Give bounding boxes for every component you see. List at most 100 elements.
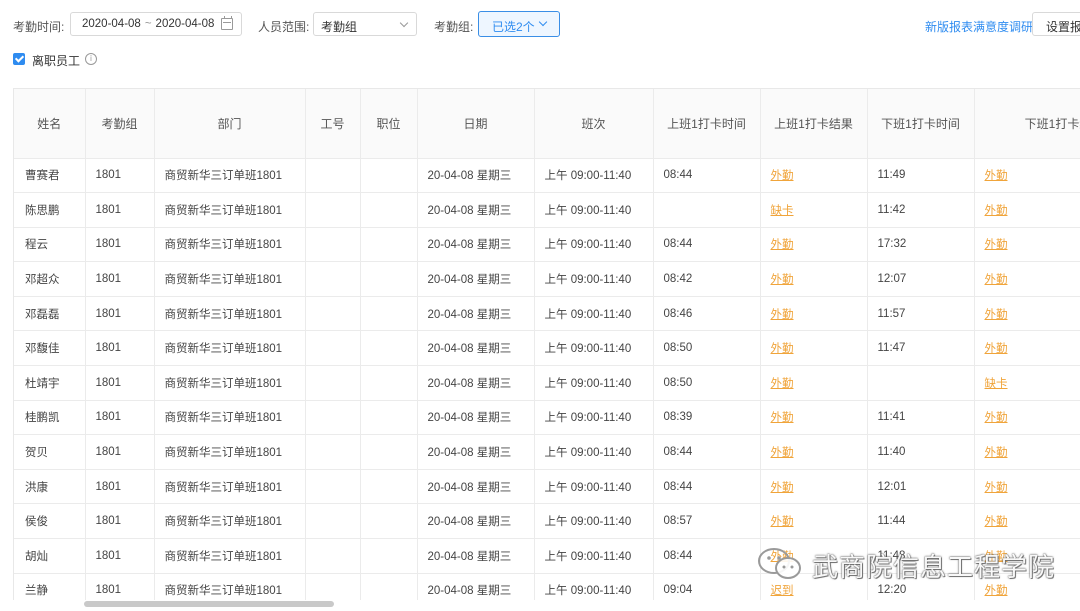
clock-out-time-cell: 17:32 (867, 227, 975, 263)
table-row[interactable]: 杜靖宇 1801 商贸新华三订单班1801 20-04-08 星期三 上午 09:00-… (14, 365, 1080, 401)
shift-cell: 上午 09:00-11:40 (534, 538, 654, 574)
clock-in-result-link[interactable]: 迟到 (771, 585, 794, 597)
table-row[interactable]: 程云 1801 商贸新华三订单班1801 20-04-08 星期三 上午 09:00-1… (14, 227, 1080, 263)
filter-bar: 考勤时间: 2020-04-08 ~2020-04-08 人员范围: 考勤组 考勤… (0, 11, 1080, 38)
clock-out-result-cell: 外勤 (974, 192, 1080, 228)
attendance-group-cell: 1801 (85, 158, 155, 194)
date-cell: 20-04-08 星期三 (417, 434, 535, 470)
clock-in-result-link[interactable]: 外勤 (771, 516, 794, 528)
group-select-button[interactable]: 已选2个 (478, 11, 560, 37)
clock-in-time-cell: 09:04 (653, 573, 761, 600)
resigned-label: 离职员工 (32, 54, 81, 68)
position-cell (360, 296, 418, 332)
position-cell (360, 330, 418, 367)
clock-out-result-link[interactable]: 外勤 (985, 343, 1008, 355)
clock-out-result-link[interactable]: 外勤 (985, 447, 1008, 459)
clock-in-result-link[interactable]: 外勤 (771, 447, 794, 459)
clock-out-result-link[interactable]: 外勤 (985, 551, 1008, 563)
table-row[interactable]: 侯俊 1801 商贸新华三订单班1801 20-04-08 星期三 上午 09:00-1… (14, 503, 1080, 540)
employee-id-cell (305, 434, 361, 470)
info-icon[interactable]: i (85, 53, 97, 65)
employee-name-cell: 邓馥佳 (14, 330, 86, 367)
clock-out-result-cell: 外勤 (974, 296, 1080, 332)
date-range-text: 2020-04-08 ~2020-04-08 (82, 18, 214, 30)
clock-in-result-link[interactable]: 外勤 (771, 274, 794, 286)
clock-in-time-cell: 08:44 (653, 158, 761, 194)
attendance-time-label: 考勤时间: (13, 20, 65, 34)
clock-in-result-link[interactable]: 外勤 (771, 551, 794, 563)
resigned-checkbox[interactable] (13, 53, 25, 65)
attendance-group-cell: 1801 (85, 261, 155, 297)
position-cell (360, 261, 418, 297)
employee-name-cell: 桂鹏凯 (14, 400, 86, 436)
report-settings-button[interactable]: 设置报表 (1032, 12, 1080, 36)
clock-out-result-link[interactable]: 外勤 (985, 309, 1008, 321)
clock-out-result-cell: 外勤 (974, 158, 1080, 194)
date-cell: 20-04-08 星期三 (417, 296, 535, 332)
column-header: 上班1打卡结果 (760, 89, 868, 159)
department-cell: 商贸新华三订单班1801 (154, 469, 306, 505)
table-row[interactable]: 曹赛君 1801 商贸新华三订单班1801 20-04-08 星期三 上午 09:00-… (14, 158, 1080, 194)
clock-in-time-cell: 08:57 (653, 503, 761, 540)
clock-in-result-link[interactable]: 外勤 (771, 343, 794, 355)
clock-out-result-link[interactable]: 外勤 (985, 239, 1008, 251)
clock-in-result-link[interactable]: 外勤 (771, 309, 794, 321)
clock-out-result-link[interactable]: 外勤 (985, 482, 1008, 494)
clock-in-result-link[interactable]: 外勤 (771, 378, 794, 390)
clock-out-result-cell: 外勤 (974, 434, 1080, 470)
clock-out-time-cell: 11:47 (867, 330, 975, 367)
clock-in-result-link[interactable]: 外勤 (771, 412, 794, 424)
scope-select[interactable]: 考勤组 (313, 12, 417, 36)
table-row[interactable]: 邓馥佳 1801 商贸新华三订单班1801 20-04-08 星期三 上午 09:00-… (14, 330, 1080, 367)
table-row[interactable]: 洪康 1801 商贸新华三订单班1801 20-04-08 星期三 上午 09:00-1… (14, 469, 1080, 505)
table-row[interactable]: 桂鹏凯 1801 商贸新华三订单班1801 20-04-08 星期三 上午 09:00-… (14, 400, 1080, 436)
clock-out-result-link[interactable]: 缺卡 (985, 378, 1008, 390)
department-cell: 商贸新华三订单班1801 (154, 400, 306, 436)
table-row[interactable]: 陈思鹏 1801 商贸新华三订单班1801 20-04-08 星期三 上午 09:00-… (14, 192, 1080, 228)
clock-out-result-link[interactable]: 外勤 (985, 170, 1008, 182)
clock-out-result-cell: 外勤 (974, 538, 1080, 574)
clock-out-result-cell: 外勤 (974, 503, 1080, 540)
position-cell (360, 192, 418, 228)
column-header: 工号 (305, 89, 361, 159)
attendance-group-cell: 1801 (85, 365, 155, 401)
survey-link[interactable]: 新版报表满意度调研 (925, 18, 1033, 35)
employee-id-cell (305, 296, 361, 332)
column-header: 班次 (534, 89, 654, 159)
date-range-picker[interactable]: 2020-04-08 ~2020-04-08 (70, 12, 242, 36)
clock-in-result-link[interactable]: 外勤 (771, 482, 794, 494)
department-cell: 商贸新华三订单班1801 (154, 434, 306, 470)
date-cell: 20-04-08 星期三 (417, 573, 535, 600)
clock-in-result-cell: 外勤 (760, 503, 868, 540)
attendance-group-cell: 1801 (85, 330, 155, 367)
clock-out-result-link[interactable]: 外勤 (985, 412, 1008, 424)
clock-in-result-link[interactable]: 外勤 (771, 170, 794, 182)
clock-out-result-cell: 外勤 (974, 261, 1080, 297)
date-cell: 20-04-08 星期三 (417, 261, 535, 297)
table-row[interactable]: 贺贝 1801 商贸新华三订单班1801 20-04-08 星期三 上午 09:00-1… (14, 434, 1080, 470)
clock-out-result-link[interactable]: 外勤 (985, 205, 1008, 217)
calendar-icon[interactable] (221, 16, 233, 30)
clock-out-time-cell (867, 365, 975, 401)
employee-id-cell (305, 503, 361, 540)
table-row[interactable]: 兰静 1801 商贸新华三订单班1801 20-04-08 星期三 上午 09:00-1… (14, 573, 1080, 600)
clock-out-result-link[interactable]: 外勤 (985, 516, 1008, 528)
clock-in-result-link[interactable]: 外勤 (771, 239, 794, 251)
clock-in-time-cell (653, 192, 761, 228)
table-row[interactable]: 胡灿 1801 商贸新华三订单班1801 20-04-08 星期三 上午 09:00-1… (14, 538, 1080, 574)
employee-name-cell: 曹赛君 (14, 158, 86, 194)
employee-name-cell: 洪康 (14, 469, 86, 505)
attendance-group-cell: 1801 (85, 192, 155, 228)
department-cell: 商贸新华三订单班1801 (154, 573, 306, 600)
clock-out-time-cell: 11:41 (867, 400, 975, 436)
clock-out-result-link[interactable]: 外勤 (985, 585, 1008, 597)
table-row[interactable]: 邓超众 1801 商贸新华三订单班1801 20-04-08 星期三 上午 09:00-… (14, 261, 1080, 297)
horizontal-scrollbar[interactable] (84, 601, 334, 607)
clock-in-result-link[interactable]: 缺卡 (771, 205, 794, 217)
clock-out-result-link[interactable]: 外勤 (985, 274, 1008, 286)
table-row[interactable]: 邓磊磊 1801 商贸新华三订单班1801 20-04-08 星期三 上午 09:00-… (14, 296, 1080, 332)
position-cell (360, 365, 418, 401)
clock-in-time-cell: 08:42 (653, 261, 761, 297)
clock-out-time-cell: 12:01 (867, 469, 975, 505)
employee-id-cell (305, 158, 361, 194)
